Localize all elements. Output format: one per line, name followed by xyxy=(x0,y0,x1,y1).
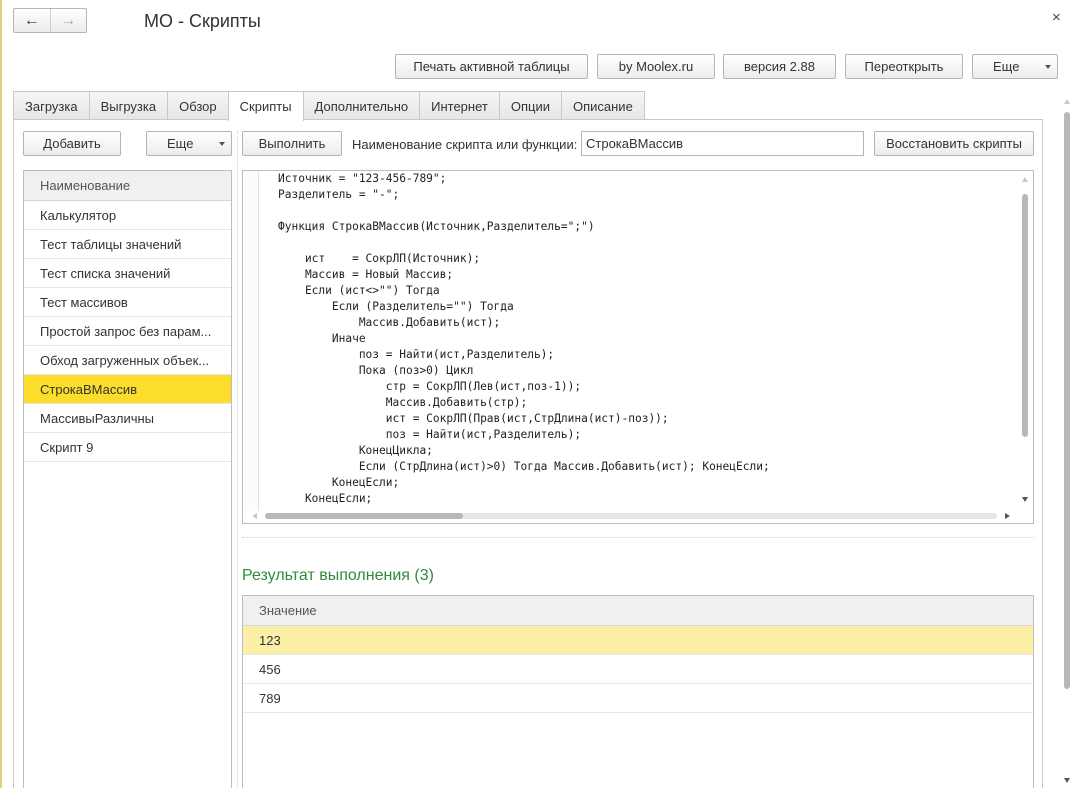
chevron-down-icon xyxy=(1045,65,1051,69)
tab-internet[interactable]: Интернет xyxy=(419,91,500,120)
page-vertical-scrollbar[interactable] xyxy=(1060,95,1074,788)
scripts-more-label: Еще xyxy=(167,136,194,151)
window-title: МО - Скрипты xyxy=(144,11,261,31)
result-table: Значение 123 456 789 xyxy=(242,595,1034,788)
editor-vertical-scrollbar[interactable] xyxy=(1019,171,1033,509)
editor-gutter xyxy=(243,171,259,511)
list-item[interactable]: МассивыРазличны xyxy=(24,404,231,433)
script-name-input[interactable]: СтрокаВМассив xyxy=(581,131,864,156)
more-menu-label: Еще xyxy=(993,59,1020,74)
table-row[interactable]: 456 xyxy=(243,655,1033,684)
page-vscroll-thumb[interactable] xyxy=(1064,112,1070,689)
editor-horizontal-scrollbar[interactable] xyxy=(243,509,1021,523)
scroll-down-icon[interactable] xyxy=(1022,497,1028,502)
panel-divider[interactable] xyxy=(237,131,238,788)
editor-vscroll-thumb[interactable] xyxy=(1022,194,1028,437)
tab-bar: Загрузка Выгрузка Обзор Скрипты Дополнит… xyxy=(13,91,645,121)
scroll-down-icon[interactable] xyxy=(1064,778,1070,783)
scroll-left-icon[interactable] xyxy=(252,513,257,519)
tab-overview[interactable]: Обзор xyxy=(167,91,229,120)
editor-hscroll-thumb[interactable] xyxy=(265,513,463,519)
list-item[interactable]: Простой запрос без парам... xyxy=(24,317,231,346)
version-button[interactable]: версия 2.88 xyxy=(723,54,836,79)
scripts-list-header[interactable]: Наименование xyxy=(24,171,231,201)
scroll-up-icon[interactable] xyxy=(1064,99,1070,104)
chevron-down-icon xyxy=(219,142,225,146)
table-row[interactable]: 789 xyxy=(243,684,1033,713)
restore-scripts-button[interactable]: Восстановить скрипты xyxy=(874,131,1034,156)
list-item[interactable]: Тест таблицы значений xyxy=(24,230,231,259)
list-item-selected[interactable]: СтрокаВМассив xyxy=(24,375,231,404)
table-row-selected[interactable]: 123 xyxy=(243,626,1033,655)
more-menu-button[interactable]: Еще xyxy=(972,54,1058,79)
code-text[interactable]: Источник = "123-456-789"; Разделитель = … xyxy=(278,171,770,507)
script-name-label: Наименование скрипта или функции: xyxy=(352,137,578,152)
splitter[interactable] xyxy=(242,537,1034,538)
tab-description[interactable]: Описание xyxy=(560,91,645,120)
print-active-table-button[interactable]: Печать активной таблицы xyxy=(395,54,588,79)
moolex-link-button[interactable]: by Moolex.ru xyxy=(597,54,715,79)
scripts-more-button[interactable]: Еще xyxy=(146,131,232,156)
run-button[interactable]: Выполнить xyxy=(242,131,342,156)
list-item[interactable]: Обход загруженных объек... xyxy=(24,346,231,375)
list-item[interactable]: Тест массивов xyxy=(24,288,231,317)
tab-additional[interactable]: Дополнительно xyxy=(302,91,421,120)
scroll-right-icon[interactable] xyxy=(1005,513,1010,519)
list-item[interactable]: Калькулятор xyxy=(24,201,231,230)
scroll-up-icon[interactable] xyxy=(1022,177,1028,182)
nav-buttons: ← → xyxy=(13,8,87,33)
back-arrow-icon[interactable]: ← xyxy=(14,9,50,32)
result-column-header[interactable]: Значение xyxy=(243,596,1033,626)
close-icon[interactable]: × xyxy=(1052,9,1061,26)
code-editor[interactable]: Источник = "123-456-789"; Разделитель = … xyxy=(242,170,1034,524)
tab-unload[interactable]: Выгрузка xyxy=(88,91,169,120)
scripts-list: Наименование Калькулятор Тест таблицы зн… xyxy=(23,170,232,788)
tab-load[interactable]: Загрузка xyxy=(13,91,90,120)
tab-options[interactable]: Опции xyxy=(498,91,562,120)
tab-scripts[interactable]: Скрипты xyxy=(227,91,304,121)
result-title: Результат выполнения (3) xyxy=(242,567,434,584)
add-script-button[interactable]: Добавить xyxy=(23,131,121,156)
list-item[interactable]: Скрипт 9 xyxy=(24,433,231,462)
window-left-border xyxy=(0,0,2,788)
forward-arrow-icon[interactable]: → xyxy=(49,9,87,32)
reopen-button[interactable]: Переоткрыть xyxy=(845,54,963,79)
list-item[interactable]: Тест списка значений xyxy=(24,259,231,288)
